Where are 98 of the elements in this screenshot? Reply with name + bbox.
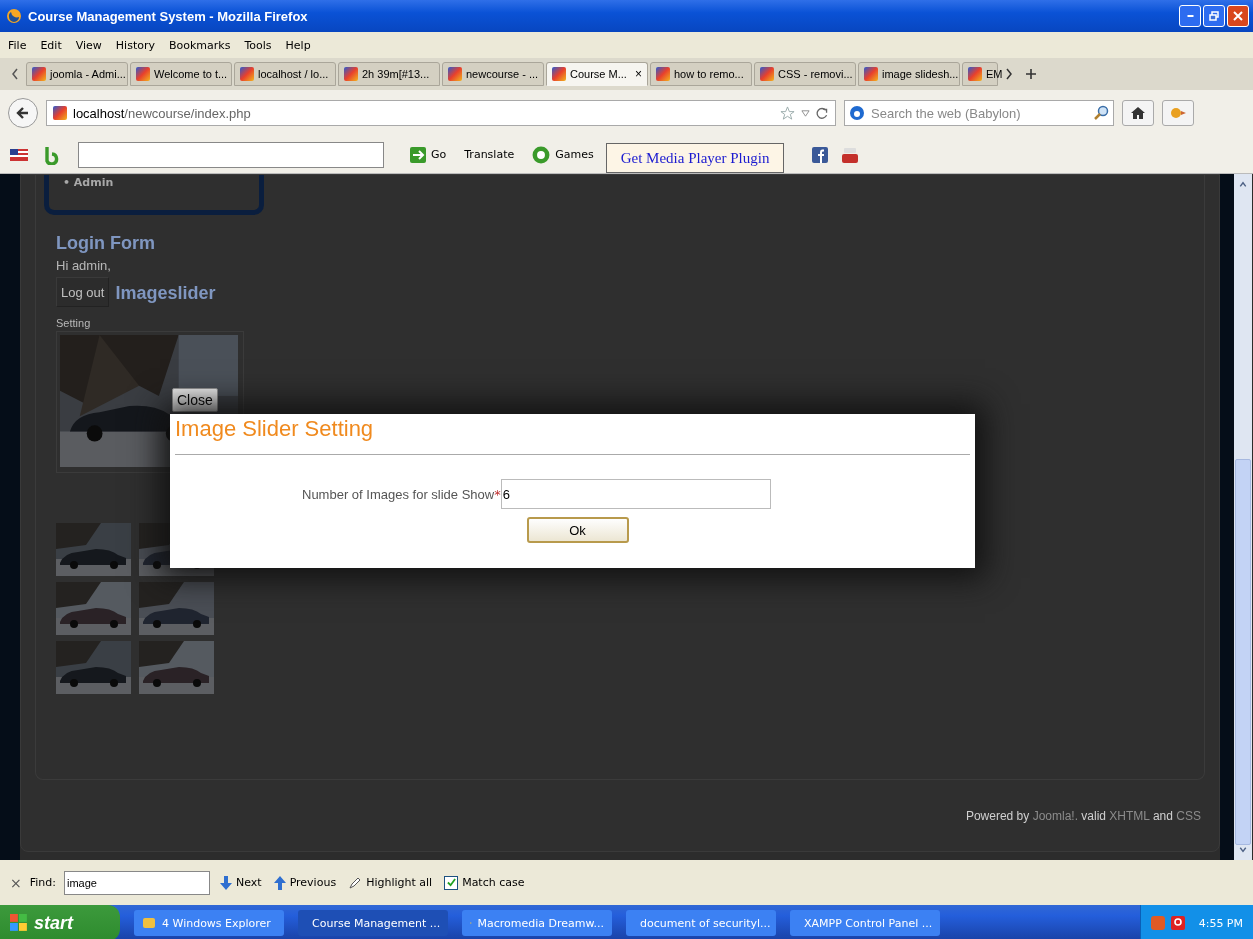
bookmark-star-icon[interactable] (780, 105, 795, 121)
tray-icon[interactable] (1170, 916, 1185, 930)
back-arrow-icon (15, 105, 31, 121)
close-icon (1233, 11, 1243, 21)
up-arrow-icon (273, 875, 286, 890)
close-button[interactable] (1227, 5, 1249, 27)
taskbar-button[interactable]: Macromedia Dreamw... (462, 910, 612, 936)
favicon-icon (656, 67, 670, 81)
favicon-icon (136, 67, 150, 81)
browser-tab[interactable]: how to remo... (650, 62, 752, 86)
media-plugin-button[interactable]: Get Media Player Plugin (605, 143, 785, 173)
home-icon (1130, 105, 1146, 121)
footer-text: Powered by Joomla!. valid XHTML and CSS (965, 808, 1201, 823)
required-mark: * (494, 486, 501, 502)
menu-item[interactable]: Help (285, 38, 311, 52)
browser-tab[interactable]: Welcome to t... (130, 62, 232, 86)
go-button[interactable]: Go (404, 146, 453, 163)
favicon-icon (864, 67, 878, 81)
menu-link[interactable]: • Admin (63, 176, 114, 189)
search-icon[interactable] (1093, 105, 1109, 121)
match-case-checkbox[interactable] (444, 875, 459, 890)
favicon-icon (448, 67, 462, 81)
highlight-all-button[interactable]: Highlight all (346, 875, 435, 890)
chevron-left-icon[interactable] (11, 68, 19, 80)
reload-icon[interactable] (816, 106, 829, 120)
toolbar-search-field[interactable] (78, 141, 384, 168)
taskbar-button[interactable]: XAMPP Control Panel ... (790, 910, 940, 936)
favicon-icon (53, 106, 67, 120)
clock: 4:55 PM (1198, 916, 1243, 930)
favicon-icon (760, 67, 774, 81)
find-field[interactable]: image (64, 870, 210, 895)
field-label: Number of Images for slide Show (302, 486, 495, 502)
down-arrow-icon (220, 875, 232, 890)
search-engine-icon[interactable] (849, 105, 865, 121)
facebook-icon[interactable] (812, 146, 829, 163)
flag-icon[interactable] (10, 148, 28, 161)
menu-item[interactable]: Bookmarks (169, 38, 231, 52)
browser-tab[interactable]: newcourse - ... (442, 62, 544, 86)
next-button[interactable]: Next (218, 875, 264, 890)
address-field[interactable]: localhost/newcourse/index.php (46, 100, 836, 126)
module-heading: Imageslider (115, 283, 216, 304)
url-text: localhost/newcourse/index.php (73, 105, 252, 121)
favicon-icon (32, 67, 46, 81)
ok-button[interactable]: Ok (526, 517, 629, 543)
windows-logo-icon (10, 914, 28, 932)
close-tab-button[interactable]: × (635, 67, 642, 81)
close-button[interactable]: Close (172, 388, 218, 412)
new-tab-icon[interactable] (1025, 68, 1037, 80)
restore-icon (1209, 11, 1219, 21)
taskbar-button[interactable]: document of securityl... (626, 910, 776, 936)
ring-icon (532, 145, 551, 164)
browser-tab[interactable]: CSS - removi... (754, 62, 856, 86)
games-button[interactable]: Games (526, 145, 600, 164)
minimize-button[interactable] (1179, 5, 1201, 27)
previous-button[interactable]: Previous (271, 875, 339, 890)
menu-item[interactable]: View (75, 38, 102, 52)
scroll-up-icon[interactable] (1238, 180, 1248, 190)
maximize-button[interactable] (1203, 5, 1225, 27)
checkbox-label: Match case (462, 876, 525, 889)
taskbar-button[interactable]: Course Management ... (298, 910, 448, 936)
menu-item[interactable]: Tools (244, 38, 272, 52)
taskbar-button[interactable]: 4 Windows Explorer (134, 910, 284, 936)
home-button[interactable] (1122, 100, 1154, 126)
dialog-title: Image Slider Setting (175, 414, 970, 455)
browser-tab[interactable]: Course M... × (546, 62, 648, 86)
menu-item[interactable]: History (115, 38, 155, 52)
favicon-icon (968, 67, 982, 81)
setting-link[interactable]: Setting (56, 317, 1184, 329)
favicon-icon (344, 67, 358, 81)
translate-button[interactable]: Translate (458, 148, 521, 161)
menu-item[interactable]: File (8, 38, 27, 52)
dropdown-icon[interactable] (801, 108, 810, 118)
arrow-icon (410, 146, 426, 163)
search-bar[interactable]: Search the web (Babylon) (844, 100, 1114, 126)
scroll-thumb[interactable] (1235, 459, 1251, 845)
back-button[interactable] (8, 98, 38, 128)
logout-button[interactable]: Log out (56, 277, 110, 307)
browser-tab[interactable]: joomla - Admi... (26, 62, 128, 86)
browser-logo-icon (6, 8, 22, 24)
favicon-icon (240, 67, 254, 81)
start-button[interactable]: start (0, 905, 120, 939)
find-label: Find: (29, 876, 56, 889)
input-field[interactable]: 6 (500, 479, 771, 509)
favicon-icon (552, 67, 566, 81)
scrollbar[interactable] (1234, 174, 1252, 860)
chevron-right-icon[interactable] (1005, 68, 1013, 80)
pen-icon (348, 875, 363, 890)
minimize-icon (1186, 15, 1194, 17)
addon-icon (1168, 105, 1188, 121)
close-find-button[interactable]: × (10, 874, 22, 891)
module-heading: Login Form (56, 233, 156, 254)
greeting-text: Hi admin, (56, 258, 112, 273)
video-site-icon[interactable] (842, 146, 859, 163)
browser-tab[interactable]: localhost / lo... (234, 62, 336, 86)
window-title: Course Management System - Mozilla Firefox (28, 8, 309, 24)
browser-tab[interactable]: image slidesh... (858, 62, 960, 86)
menu-item[interactable]: Edit (40, 38, 62, 52)
browser-tab[interactable]: 2h 39m[#13... (338, 62, 440, 86)
